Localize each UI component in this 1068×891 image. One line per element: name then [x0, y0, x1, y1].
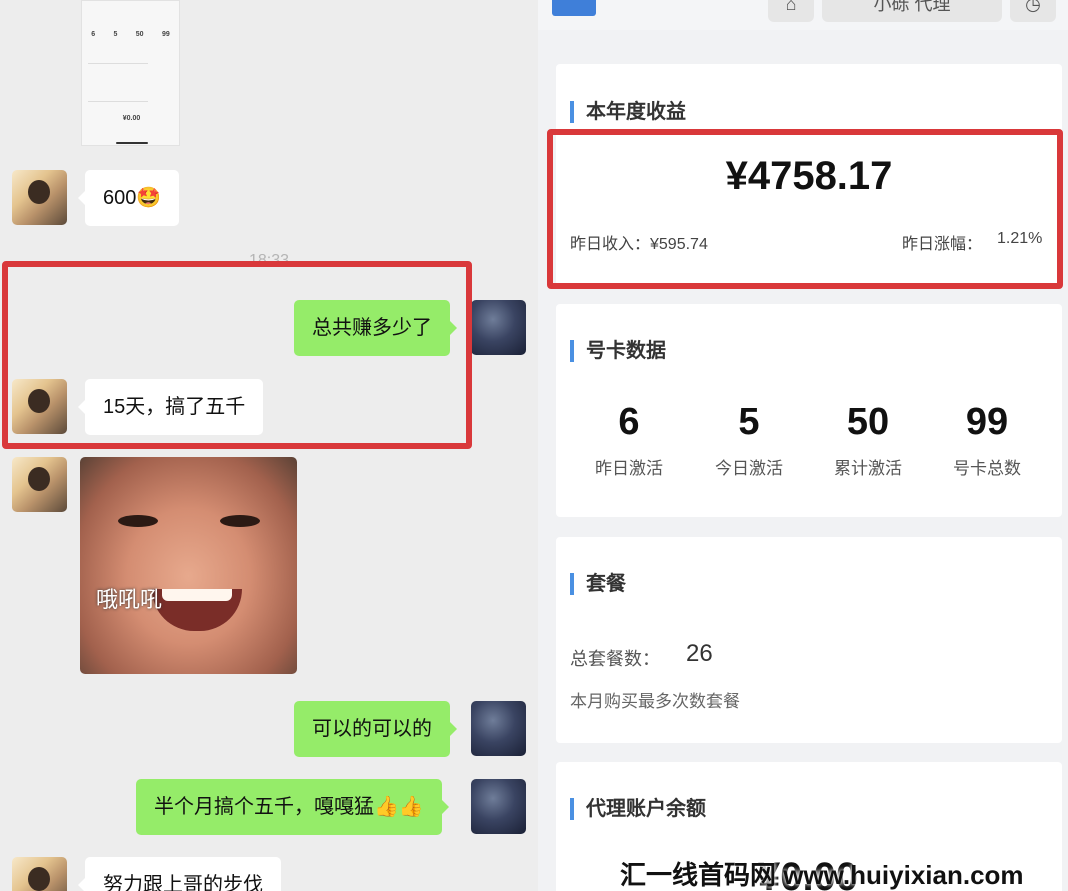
clock-icon[interactable]: ◷ [1010, 0, 1056, 22]
thumb-stat: 99 [161, 31, 170, 38]
self-avatar[interactable] [471, 779, 526, 834]
thumb-stat: 6 [91, 31, 96, 38]
shared-screenshot-image[interactable]: 6 5 50 99 ¥0.00 [81, 0, 180, 146]
watermark-text: 汇一线首码网 www.huiyixian.com [620, 860, 1024, 890]
stat-yesterday-activations: 6 昨日激活 [574, 400, 684, 479]
thumb-stats: 6 5 50 99 [82, 31, 179, 38]
package-note: 本月购买最多次数套餐 [570, 692, 740, 711]
stat-total-cards: 99 号卡总数 [932, 400, 1042, 479]
thumb-divider [88, 101, 148, 102]
sticker-teeth [162, 589, 232, 601]
message-bubble-sent[interactable]: 可以的可以的 [294, 701, 457, 757]
highlight-box [547, 129, 1063, 289]
stat-label: 累计激活 [834, 459, 902, 478]
highlight-box [2, 261, 472, 449]
thumb-home-indicator [116, 142, 148, 144]
card-title: 号卡数据 [570, 340, 666, 362]
card-data-card: 号卡数据 6 昨日激活 5 今日激活 50 累计激活 99 号卡总数 [556, 304, 1062, 517]
card-title: 套餐 [570, 573, 626, 595]
package-card: 套餐 总套餐数： 26 本月购买最多次数套餐 [556, 537, 1062, 743]
message-bubble-received[interactable]: 努力跟上哥的步伐 [78, 857, 281, 891]
package-total-label: 总套餐数： [570, 649, 660, 669]
stat-value: 5 [738, 401, 760, 443]
card-title: 代理账户余额 [570, 798, 706, 820]
self-avatar[interactable] [471, 701, 526, 756]
stat-label: 今日激活 [715, 459, 783, 478]
sticker-caption: 哦吼吼 [96, 587, 163, 612]
stat-value: 99 [965, 401, 1009, 443]
contact-avatar[interactable] [12, 457, 67, 512]
thumb-stat: 5 [113, 31, 118, 38]
sticker-eye [220, 515, 260, 527]
stat-total-activations: 50 累计激活 [813, 400, 923, 479]
top-bar: ⌂ 小砾 代理 ◷ [538, 0, 1068, 30]
sticker-image[interactable]: 哦吼吼 [80, 457, 297, 674]
sticker-eye [118, 515, 158, 527]
thumb-divider [88, 63, 148, 64]
thumb-balance: ¥0.00 [122, 115, 141, 122]
message-bubble-sent[interactable]: 半个月搞个五千，嘎嘎猛👍👍 [136, 779, 449, 835]
self-avatar[interactable] [471, 300, 526, 355]
stat-label: 昨日激活 [595, 459, 663, 478]
chat-panel: 6 5 50 99 ¥0.00 600🤩 18:33 总共赚多少了 15天，搞了… [0, 0, 538, 891]
stat-value: 50 [846, 401, 890, 443]
home-icon[interactable]: ⌂ [768, 0, 814, 22]
contact-avatar[interactable] [12, 170, 67, 225]
stat-value: 6 [618, 401, 640, 443]
dashboard-panel: ⌂ 小砾 代理 ◷ 本年度收益 ¥4758.17 昨日收入：¥595.74 昨日… [538, 0, 1068, 891]
user-label[interactable]: 小砾 代理 [822, 0, 1002, 22]
message-bubble-received[interactable]: 600🤩 [77, 170, 180, 226]
card-title: 本年度收益 [570, 101, 686, 123]
contact-avatar[interactable] [12, 857, 67, 891]
stat-label: 号卡总数 [953, 459, 1021, 478]
menu-button[interactable] [552, 0, 596, 16]
thumb-stat: 50 [135, 31, 144, 38]
package-total-value: 26 [686, 640, 713, 667]
stat-today-activations: 5 今日激活 [694, 400, 804, 479]
